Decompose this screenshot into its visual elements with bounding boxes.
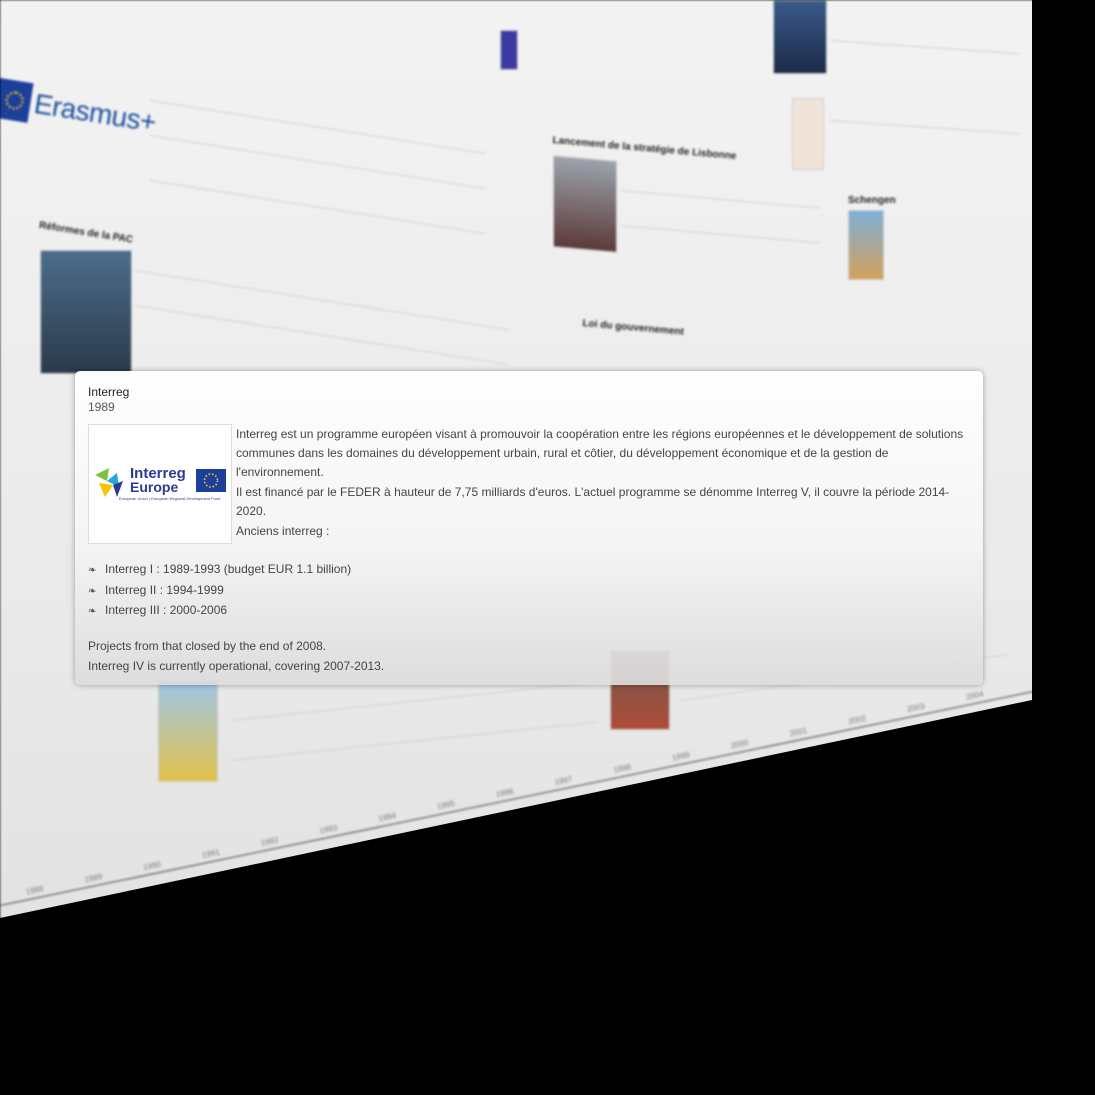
background-text-line [829, 120, 1020, 135]
event-title: Interreg [88, 385, 130, 399]
fleuron-icon: ❧ [88, 565, 97, 576]
event-detail-popup[interactable]: Interreg 1989 Interreg Europe European U… [75, 371, 983, 685]
footer-note-closed: Projects from that closed by the end of … [88, 639, 327, 653]
background-heading: Schengen [848, 195, 896, 206]
background-text-line [619, 190, 820, 209]
erasmus-logo: Erasmus+ [0, 78, 159, 143]
previous-programs-label: Anciens interreg : [236, 524, 330, 538]
building-thumbnail [773, 0, 827, 74]
timeline-year: 1999 [671, 750, 691, 763]
timeline-year: 1997 [553, 774, 574, 787]
timeline-year: 1990 [142, 859, 162, 873]
timeline-axis: 1988 1989 1990 1991 1992 1993 1994 1995 … [0, 689, 1032, 906]
logo-caption: European Union | European Regional Devel… [119, 496, 221, 501]
logo-thumbnail [500, 30, 518, 70]
background-text-line [134, 305, 511, 366]
chart-thumbnail [792, 98, 824, 170]
eu-flag-icon [0, 78, 34, 123]
timeline-year: 1996 [495, 786, 515, 800]
description-paragraph: Interreg est un programme européen visan… [236, 427, 964, 479]
erasmus-logo-text: Erasmus+ [32, 87, 159, 138]
background-text-line [149, 135, 486, 190]
timeline-year: 1992 [259, 835, 280, 848]
background-text-line [134, 270, 511, 331]
background-heading: Réformes de la PAC [38, 220, 134, 246]
background-text-line [149, 100, 486, 155]
timeline-year: 2000 [730, 737, 750, 751]
timeline-year: 1989 [83, 871, 103, 885]
list-item-text: Interreg I : 1989-1993 (budget EUR 1.1 b… [105, 562, 352, 576]
timeline-year: 2004 [965, 689, 985, 702]
funding-paragraph: Il est financé par le FEDER à hauteur de… [236, 485, 950, 518]
timeline-year: 1995 [436, 798, 456, 812]
timeline-year: 1998 [612, 762, 632, 775]
timeline-year: 1991 [201, 847, 221, 860]
background-text-line [149, 180, 486, 235]
event-date: 1989 [88, 400, 115, 414]
timeline-year: 2001 [788, 725, 809, 739]
fleuron-icon: ❧ [88, 606, 97, 617]
list-item-text: Interreg III : 2000-2006 [105, 603, 228, 617]
list-item: ❧ Interreg II : 1994-1999 [88, 581, 351, 602]
list-item-text: Interreg II : 1994-1999 [105, 582, 224, 597]
previous-programs-list: ❧ Interreg I : 1989-1993 (budget EUR 1.1 … [88, 560, 351, 622]
interreg-europe-logo-image[interactable]: Interreg Europe European Union | Europea… [88, 424, 232, 544]
background-text-line [829, 40, 1020, 55]
timeline-year: 1993 [318, 823, 339, 836]
fleuron-icon: ❧ [88, 585, 97, 597]
background-text-line [230, 681, 599, 721]
background-text-line [619, 225, 820, 244]
map-thumbnail [848, 210, 884, 280]
timeline-year: 1994 [377, 810, 397, 824]
interreg-logo: Interreg Europe European Union | Europea… [93, 463, 228, 503]
timeline-year: 2003 [906, 701, 926, 714]
background-text-line [230, 721, 599, 761]
event-thumbnail [553, 155, 617, 253]
footer-note-current: Interreg IV is currently operational, co… [88, 659, 385, 673]
timeline-year: 2002 [847, 713, 867, 727]
logo-text-line2: Europe [130, 479, 179, 495]
timeline-year: 1988 [24, 883, 45, 897]
background-heading: Loi du gouvernement [582, 318, 685, 338]
portrait-thumbnail [40, 250, 132, 374]
list-item: ❧ Interreg III : 2000-2006 [88, 601, 351, 622]
europe-map-thumbnail [158, 680, 218, 782]
list-item: ❧ Interreg I : 1989-1993 (budget EUR 1.1 … [88, 560, 351, 581]
